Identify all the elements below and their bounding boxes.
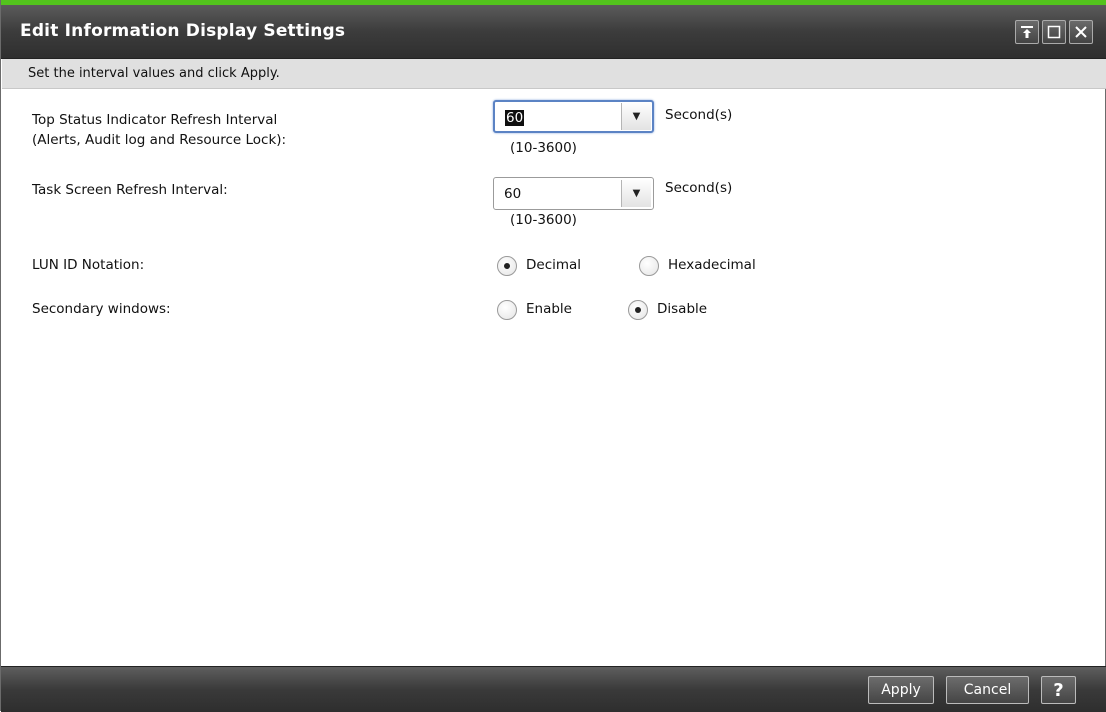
secondary-windows-disable-label[interactable]: Disable bbox=[657, 301, 707, 317]
pin-button[interactable] bbox=[1015, 20, 1039, 44]
task-screen-unit: Second(s) bbox=[665, 180, 733, 196]
task-screen-range: (10-3600) bbox=[510, 212, 577, 228]
close-icon bbox=[1075, 26, 1087, 38]
lun-id-hexadecimal-radio[interactable] bbox=[639, 256, 659, 276]
instruction-bar: Set the interval values and click Apply. bbox=[2, 59, 1106, 89]
secondary-windows-label: Secondary windows: bbox=[32, 301, 171, 317]
dialog-window: Edit Information Display Settings Set th… bbox=[0, 0, 1106, 712]
secondary-windows-enable-radio[interactable] bbox=[497, 300, 517, 320]
chevron-down-icon: ▼ bbox=[632, 188, 641, 199]
top-status-label-line2: (Alerts, Audit log and Resource Lock): bbox=[32, 132, 287, 148]
lun-id-hexadecimal-label[interactable]: Hexadecimal bbox=[668, 257, 756, 273]
dialog-title: Edit Information Display Settings bbox=[20, 21, 346, 41]
radio-selected-dot bbox=[635, 307, 641, 313]
top-status-unit: Second(s) bbox=[665, 107, 733, 123]
task-screen-interval-value[interactable]: 60 bbox=[504, 186, 521, 202]
radio-selected-dot bbox=[504, 263, 510, 269]
top-status-range: (10-3600) bbox=[510, 140, 577, 156]
dialog-footer: Apply Cancel ? bbox=[1, 666, 1106, 712]
window-controls bbox=[1015, 20, 1093, 44]
lun-id-decimal-label[interactable]: Decimal bbox=[526, 257, 581, 273]
top-status-label: Top Status Indicator Refresh Interval (A… bbox=[32, 110, 286, 150]
maximize-icon bbox=[1047, 25, 1061, 39]
top-status-dropdown-button[interactable]: ▼ bbox=[621, 103, 651, 130]
chevron-down-icon: ▼ bbox=[632, 111, 641, 122]
task-screen-dropdown-button[interactable]: ▼ bbox=[621, 180, 651, 207]
top-status-label-line1: Top Status Indicator Refresh Interval bbox=[32, 112, 278, 128]
secondary-windows-disable-radio[interactable] bbox=[628, 300, 648, 320]
close-button[interactable] bbox=[1069, 20, 1093, 44]
top-status-interval-combo[interactable]: 60 ▼ bbox=[493, 100, 654, 133]
pin-icon bbox=[1021, 26, 1033, 38]
title-bar: Edit Information Display Settings bbox=[1, 5, 1106, 59]
task-screen-label: Task Screen Refresh Interval: bbox=[32, 182, 228, 198]
apply-button[interactable]: Apply bbox=[868, 676, 934, 704]
top-status-interval-value[interactable]: 60 bbox=[505, 110, 525, 126]
secondary-windows-enable-label[interactable]: Enable bbox=[526, 301, 572, 317]
lun-id-decimal-radio[interactable] bbox=[497, 256, 517, 276]
instruction-text: Set the interval values and click Apply. bbox=[28, 66, 280, 81]
maximize-button[interactable] bbox=[1042, 20, 1066, 44]
lun-id-label: LUN ID Notation: bbox=[32, 257, 145, 273]
help-icon: ? bbox=[1053, 679, 1064, 701]
help-button[interactable]: ? bbox=[1041, 676, 1076, 704]
cancel-button[interactable]: Cancel bbox=[946, 676, 1029, 704]
task-screen-interval-combo[interactable]: 60 ▼ bbox=[493, 177, 654, 210]
